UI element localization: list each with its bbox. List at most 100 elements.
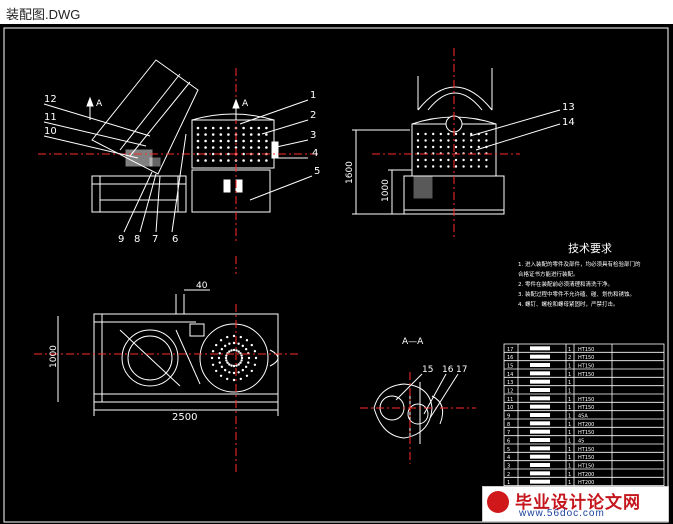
callout-2: 2	[310, 110, 316, 121]
motor-box	[191, 169, 271, 213]
hole	[432, 145, 435, 149]
hole	[470, 158, 473, 162]
tech-note-4: 3. 装配过程中零件不允许磕、碰、划伤和锈蚀。	[518, 290, 635, 298]
section-view	[373, 382, 444, 444]
hole	[211, 133, 215, 136]
bom-no: 13	[507, 380, 513, 386]
hole	[253, 350, 257, 353]
bom-material: HT150	[578, 447, 594, 453]
hole	[196, 139, 200, 143]
bom-name-mark	[530, 379, 550, 384]
hole	[219, 139, 223, 143]
bom-name-mark	[530, 404, 550, 409]
callout-11: 11	[44, 112, 57, 123]
bom-material: 45A	[578, 414, 588, 420]
hole	[215, 343, 218, 347]
bom-material: HT150	[578, 355, 594, 361]
hole	[432, 132, 435, 136]
hole	[227, 126, 230, 130]
bom-no: 12	[507, 389, 513, 395]
bom-no: 5	[507, 447, 510, 453]
bom-name-mark	[530, 438, 550, 442]
bom-qty: 1	[568, 347, 571, 353]
bom-qty: 1	[568, 464, 571, 470]
callout-17: 17	[456, 365, 467, 375]
hole	[217, 356, 221, 360]
plan-centerlines	[34, 304, 300, 472]
hole	[211, 126, 215, 130]
plan-dimensions	[57, 289, 279, 416]
bom-name-mark	[530, 463, 550, 467]
section-aa-label: A—A	[402, 337, 424, 347]
hole	[245, 374, 249, 377]
hole	[219, 159, 223, 162]
hole	[210, 356, 214, 360]
callout-15: 15	[422, 365, 433, 375]
hole	[232, 371, 236, 375]
hole	[470, 145, 473, 149]
drum-top	[417, 86, 493, 111]
base-frame	[91, 175, 187, 213]
bom-name-mark	[530, 346, 550, 351]
bom-qty: 1	[568, 447, 571, 453]
hole	[232, 378, 236, 382]
bom-name-mark	[530, 396, 550, 401]
bom-name-mark	[530, 454, 550, 459]
hole	[241, 368, 245, 372]
hole	[211, 139, 215, 143]
hole	[416, 145, 420, 149]
bom-text: 17 1 HT15016 2 HT15015 1 HT15014 1 HT15013 112 111…	[507, 346, 594, 486]
hole	[424, 145, 427, 149]
bom-material: HT200	[578, 472, 594, 478]
front-callouts: 1 2 3 4 5 6 7 8 9 10 11 12	[44, 90, 320, 245]
bom-qty: 1	[568, 414, 571, 420]
hole	[240, 354, 243, 357]
tech-notes: 1. 进入装配的零件及部件，均必须具有检验部门的 合格证书方能进行装配。 2. …	[518, 260, 641, 308]
hole	[439, 139, 442, 142]
bom-qty: 1	[568, 380, 571, 386]
hole	[204, 133, 207, 136]
drawing-canvas[interactable]: A A 1 2 3 4 5 6 7 8 9 10 11 12 1600 1000…	[0, 24, 673, 524]
callout-10: 10	[44, 126, 57, 137]
bom-qty: 1	[568, 472, 571, 478]
bom-name-mark	[530, 371, 550, 376]
callout-7: 7	[152, 234, 158, 245]
bom-qty: 1	[568, 364, 571, 370]
hole	[211, 146, 215, 149]
window-title: 装配图.DWG	[6, 7, 81, 22]
hole	[232, 364, 236, 368]
hole	[228, 363, 231, 366]
hole	[265, 159, 268, 162]
hole	[462, 145, 465, 149]
bom-qty: 1	[568, 439, 571, 445]
hole	[219, 339, 223, 342]
bom-name-mark	[530, 471, 550, 476]
callout-4: 4	[312, 148, 318, 159]
hole	[228, 371, 231, 374]
hole	[462, 165, 465, 168]
hole	[247, 356, 251, 360]
bom-qty: 1	[568, 372, 571, 378]
hole	[439, 132, 442, 136]
hole	[244, 365, 248, 369]
watermark-url: www.56doc.com	[519, 508, 605, 519]
cad-drawing: A A 1 2 3 4 5 6 7 8 9 10 11 12 1600 1000…	[3, 27, 669, 523]
callout-13: 13	[562, 102, 575, 113]
hole	[211, 363, 215, 366]
callout-6: 6	[172, 234, 178, 245]
hole	[462, 158, 465, 162]
housing-holes	[196, 126, 268, 162]
hole	[416, 158, 420, 162]
bom-name-mark	[530, 363, 550, 367]
bom-material: HT200	[578, 422, 594, 428]
side-leaders	[469, 109, 561, 151]
hole	[228, 342, 231, 345]
bom-no: 4	[507, 455, 510, 461]
bom-qty: 1	[568, 389, 571, 395]
hole	[424, 139, 427, 142]
hole	[439, 165, 442, 168]
watermark-mark-icon	[487, 491, 509, 513]
bom-name-mark	[530, 413, 550, 417]
hole	[228, 350, 231, 353]
hole	[239, 361, 242, 364]
